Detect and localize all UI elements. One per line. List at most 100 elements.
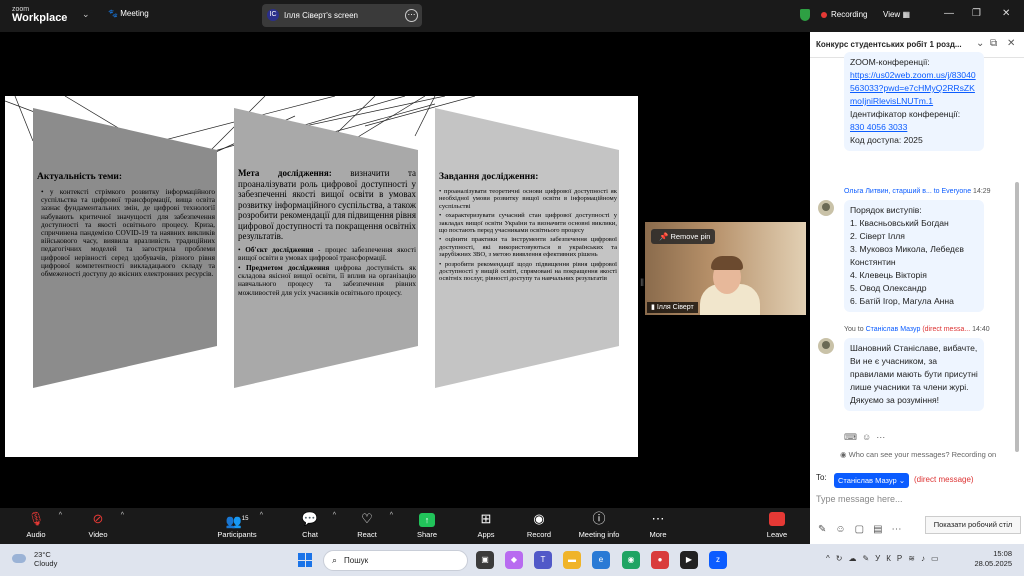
- record-button[interactable]: ◉ Record: [515, 510, 563, 539]
- splitter-handle[interactable]: ‖: [640, 278, 644, 289]
- weather-widget[interactable]: 23°C Cloudy: [12, 550, 57, 568]
- message-text: Код доступа: 2025: [850, 135, 923, 145]
- shared-screen: Актуальність теми: • у контексті стрімко…: [5, 64, 638, 473]
- react-button[interactable]: ♡ React ^: [343, 510, 393, 539]
- meeting-info-label: Meeting info: [578, 530, 620, 539]
- chrome-icon[interactable]: ◉: [622, 551, 640, 569]
- share-icon: ↑: [403, 510, 451, 528]
- share-button[interactable]: ↑ Share: [403, 510, 451, 539]
- battery-icon[interactable]: ▭: [931, 554, 945, 563]
- caret-up-icon[interactable]: ^: [333, 512, 336, 519]
- chevron-down-icon[interactable]: ⌄: [82, 9, 90, 20]
- participants-button[interactable]: 👥15 Participants ^: [213, 510, 263, 539]
- goal-list: • Об'єкт дослідження - процес забезпечен…: [238, 244, 416, 297]
- more-options-icon[interactable]: ⋯: [405, 9, 418, 22]
- task-item: • оцінити практики та інструменти забезп…: [439, 236, 617, 259]
- video-tile[interactable]: 📌 Remove pin ▮ Ілля Сіверт: [645, 222, 806, 315]
- close-chat-icon[interactable]: ✕: [1007, 38, 1015, 49]
- paw-icon: 🐾: [108, 9, 118, 18]
- message-sender: Ольга Литвин, старший в... to Everyone 1…: [844, 188, 991, 195]
- edge-icon[interactable]: e: [592, 551, 610, 569]
- file-icon[interactable]: ▤: [873, 524, 891, 535]
- zoom-link[interactable]: https://us02web.zoom.us/j/83040563033?pw…: [850, 69, 978, 108]
- caret-up-icon[interactable]: ^: [390, 512, 393, 519]
- file-explorer-icon[interactable]: ▬: [563, 551, 581, 569]
- audio-label: Audio: [26, 530, 46, 539]
- emoji-icon[interactable]: ☺: [835, 524, 854, 535]
- grid-icon: ▦: [902, 10, 910, 19]
- task-text: розробити рекомендації щодо підвищення р…: [439, 260, 617, 283]
- video-button[interactable]: ⊘ Video ^: [74, 510, 124, 539]
- share-label: Share: [416, 530, 437, 539]
- recording-status[interactable]: Recording: [831, 10, 867, 19]
- pop-out-icon[interactable]: ⧉: [990, 38, 997, 49]
- chat-scrollbar[interactable]: [1015, 182, 1019, 452]
- screen-share-indicator[interactable]: ІС Ілля Сіверт's screen ⋯: [262, 4, 422, 27]
- leave-button[interactable]: Leave: [753, 510, 801, 539]
- eye-icon: ◉: [840, 450, 847, 459]
- app-icon[interactable]: ●: [651, 551, 669, 569]
- more-button[interactable]: ⋯ More: [634, 510, 682, 539]
- tasks-list: • проаналізувати теоретичні основи цифро…: [439, 188, 617, 283]
- record-label: Record: [526, 530, 552, 539]
- chat-input[interactable]: Type message here...: [816, 494, 903, 504]
- windows-start-icon[interactable]: [298, 553, 312, 567]
- close-icon[interactable]: ✕: [1002, 8, 1010, 19]
- format-icon[interactable]: ✎: [818, 524, 835, 535]
- reply-icon[interactable]: ⌨: [844, 432, 857, 442]
- share-title: Ілля Сіверт's screen: [284, 11, 358, 20]
- taskbar-search[interactable]: ⌕ Пошук: [323, 550, 468, 571]
- more-icon: ⋯: [651, 511, 665, 526]
- chat-message: ZOOM-конференції: https://us02web.zoom.u…: [844, 52, 984, 151]
- message-line: Порядок виступів:: [850, 205, 922, 215]
- minimize-icon[interactable]: —: [944, 8, 954, 19]
- message-actions: ⌨ ☺ ⋯: [844, 432, 885, 443]
- chevron-down-icon[interactable]: ⌄: [976, 38, 984, 49]
- task-view-icon[interactable]: ▣: [476, 551, 494, 569]
- shield-icon[interactable]: [800, 9, 810, 21]
- relevance-title: Актуальність теми:: [37, 172, 123, 182]
- cloud-tray-icon[interactable]: ☁: [848, 554, 862, 563]
- view-menu[interactable]: View ▦: [883, 10, 910, 19]
- message-text: Шановний Станіславе, вибачте, Ви не є уч…: [850, 343, 978, 405]
- audio-button[interactable]: 🎙 Audio ^: [12, 510, 62, 539]
- search-placeholder: Пошук: [344, 556, 369, 565]
- chevron-up-icon[interactable]: ^: [826, 554, 836, 563]
- tasks-block: Завдання дослідження: • проаналізувати т…: [439, 172, 617, 285]
- restore-icon[interactable]: ❐: [972, 8, 981, 19]
- visibility-notice[interactable]: ◉ Who can see your messages? Recording o…: [840, 450, 996, 459]
- clock[interactable]: 15:08 28.05.2025: [974, 549, 1012, 569]
- screenshot-icon[interactable]: ▢: [855, 524, 873, 535]
- emoji-icon[interactable]: ☺: [862, 432, 871, 442]
- remove-pin-button[interactable]: 📌 Remove pin: [651, 229, 715, 244]
- pen-icon[interactable]: ✎: [862, 554, 875, 563]
- apps-button[interactable]: ⊞ Apps: [462, 510, 510, 539]
- cloud-icon: [12, 554, 26, 563]
- relevance-text-body: у контексті стрімкого розвитку інформаці…: [41, 187, 215, 279]
- object-item: • Об'єкт дослідження - процес забезпечен…: [238, 244, 416, 262]
- sync-icon[interactable]: ↻: [836, 554, 849, 563]
- message-text: ZOOM-конференції:: [850, 57, 930, 67]
- meeting-id-link[interactable]: 830 4056 3033: [850, 121, 978, 134]
- volume-icon[interactable]: ♪: [921, 554, 931, 563]
- video-label: Video: [88, 530, 108, 539]
- recipient-select[interactable]: Станіслав Мазур ⌄: [834, 473, 910, 488]
- chat-tools: ✎☺▢▤⋯: [818, 524, 911, 535]
- wifi-icon[interactable]: ≋: [908, 554, 921, 563]
- teams-icon[interactable]: T: [534, 551, 552, 569]
- temperature: 23°C: [34, 550, 51, 559]
- meeting-menu[interactable]: 🐾 Meeting: [108, 9, 149, 18]
- recording-dot-icon: [821, 12, 827, 18]
- title-bar: zoom Workplace ⌄ 🐾 Meeting ІС Ілля Сівер…: [0, 0, 1024, 32]
- more-icon[interactable]: ⋯: [892, 524, 911, 535]
- caret-up-icon[interactable]: ^: [121, 512, 124, 519]
- more-icon[interactable]: ⋯: [876, 432, 885, 442]
- caret-up-icon[interactable]: ^: [59, 512, 62, 519]
- zoom-taskbar-icon[interactable]: z: [709, 551, 727, 569]
- media-player-icon[interactable]: ▶: [680, 551, 698, 569]
- copilot-icon[interactable]: ◆: [505, 551, 523, 569]
- caret-up-icon[interactable]: ^: [260, 512, 263, 519]
- chat-button[interactable]: 💬 Chat ^: [286, 510, 336, 539]
- meeting-info-button[interactable]: ⓘ Meeting info: [575, 510, 623, 539]
- language-indicator[interactable]: УКР: [875, 554, 908, 563]
